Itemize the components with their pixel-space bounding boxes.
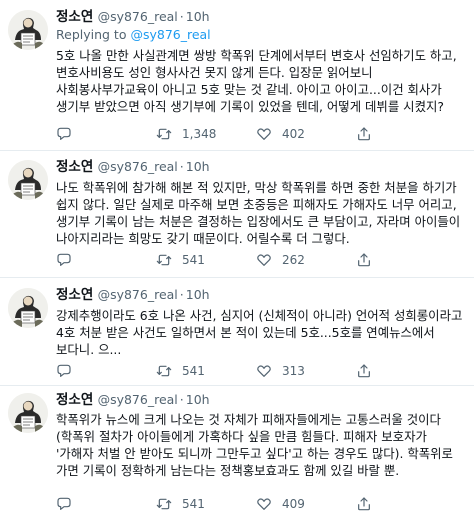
reply-icon xyxy=(57,364,71,377)
retweet-button[interactable]: 541 xyxy=(156,495,256,513)
timestamp[interactable]: 10h xyxy=(186,9,210,24)
retweet-count: 541 xyxy=(182,253,205,267)
replying-to-link[interactable]: @sy876_real xyxy=(130,27,210,42)
retweet-button[interactable]: 541 xyxy=(156,362,256,380)
divider xyxy=(0,150,474,151)
tweet-actions: 541 262 xyxy=(56,251,456,269)
retweet-icon xyxy=(156,498,172,510)
like-count: 402 xyxy=(282,127,305,141)
author-name[interactable]: 정소연 xyxy=(56,287,93,303)
heart-icon xyxy=(257,365,271,377)
tweet-header: 정소연 @sy876_real · 10h xyxy=(56,286,468,304)
tweet-header: 정소연 @sy876_real · 10h xyxy=(56,158,468,176)
retweet-button[interactable]: 541 xyxy=(156,251,256,269)
timestamp[interactable]: 10h xyxy=(186,392,210,407)
avatar-image xyxy=(8,288,48,328)
tweet-actions: 541 409 xyxy=(56,495,456,513)
like-button[interactable]: 402 xyxy=(256,125,356,143)
avatar-image xyxy=(8,393,48,433)
like-count: 409 xyxy=(282,497,305,511)
author-handle[interactable]: @sy876_real xyxy=(98,392,178,407)
retweet-icon xyxy=(156,365,172,377)
like-count: 313 xyxy=(282,364,305,378)
tweet-text: 5호 나올 만한 사실관계면 쌍방 학폭위 단계에서부터 변호사 선임하기도 하… xyxy=(56,48,457,114)
author-handle[interactable]: @sy876_real xyxy=(98,287,178,302)
tweet-header: 정소연 @sy876_real · 10h xyxy=(56,391,468,409)
author-name[interactable]: 정소연 xyxy=(56,392,93,408)
author-handle[interactable]: @sy876_real xyxy=(98,159,178,174)
reply-icon xyxy=(57,497,71,510)
like-button[interactable]: 262 xyxy=(256,251,356,269)
author-name[interactable]: 정소연 xyxy=(56,159,93,175)
retweet-count: 1,348 xyxy=(182,127,217,141)
avatar[interactable] xyxy=(8,288,48,328)
heart-icon xyxy=(257,128,271,140)
share-icon xyxy=(358,497,370,511)
retweet-icon xyxy=(156,128,172,140)
replying-to: Replying to @sy876_real xyxy=(56,26,468,44)
tweet-actions: 541 313 xyxy=(56,362,456,380)
separator-dot: · xyxy=(179,287,184,302)
author-handle[interactable]: @sy876_real xyxy=(98,9,178,24)
avatar[interactable] xyxy=(8,10,48,50)
reply-button[interactable] xyxy=(56,251,156,269)
reply-button[interactable] xyxy=(56,495,156,513)
share-button[interactable] xyxy=(356,251,456,269)
separator-dot: · xyxy=(179,159,184,174)
retweet-count: 541 xyxy=(182,364,205,378)
tweet-text: 학폭위가 뉴스에 크게 나오는 것 자체가 피해자들에게는 고통스러울 것이다(… xyxy=(56,412,453,478)
separator-dot: · xyxy=(179,392,184,407)
tweet-text: 나도 학폭위에 참가해 해본 적 있지만, 막상 학폭위를 하면 중한 처분을 … xyxy=(56,180,461,246)
share-button[interactable] xyxy=(356,125,456,143)
heart-icon xyxy=(257,254,271,266)
retweet-button[interactable]: 1,348 xyxy=(156,125,256,143)
reply-button[interactable] xyxy=(56,125,156,143)
avatar[interactable] xyxy=(8,160,48,200)
like-count: 262 xyxy=(282,253,305,267)
author-name[interactable]: 정소연 xyxy=(56,9,93,25)
tweet-header: 정소연 @sy876_real · 10h xyxy=(56,8,468,26)
separator-dot: · xyxy=(179,9,184,24)
avatar-image xyxy=(8,10,48,50)
like-button[interactable]: 313 xyxy=(256,362,356,380)
divider xyxy=(0,385,474,386)
timestamp[interactable]: 10h xyxy=(186,287,210,302)
replying-to-label: Replying to xyxy=(56,27,131,42)
timestamp[interactable]: 10h xyxy=(186,159,210,174)
like-button[interactable]: 409 xyxy=(256,495,356,513)
avatar[interactable] xyxy=(8,393,48,433)
reply-icon xyxy=(57,127,71,140)
share-icon xyxy=(358,253,370,267)
reply-button[interactable] xyxy=(56,362,156,380)
share-icon xyxy=(358,364,370,378)
share-icon xyxy=(358,127,370,141)
share-button[interactable] xyxy=(356,362,456,380)
tweet-text: 강제추행이라도 6호 나온 사건, 심지어 (신체적이 아니라) 언어적 성희롱… xyxy=(56,308,463,357)
divider xyxy=(0,277,474,278)
retweet-icon xyxy=(156,254,172,266)
share-button[interactable] xyxy=(356,495,456,513)
retweet-count: 541 xyxy=(182,497,205,511)
reply-icon xyxy=(57,253,71,266)
avatar-image xyxy=(8,160,48,200)
heart-icon xyxy=(257,498,271,510)
tweet-actions: 1,348 402 xyxy=(56,125,456,143)
